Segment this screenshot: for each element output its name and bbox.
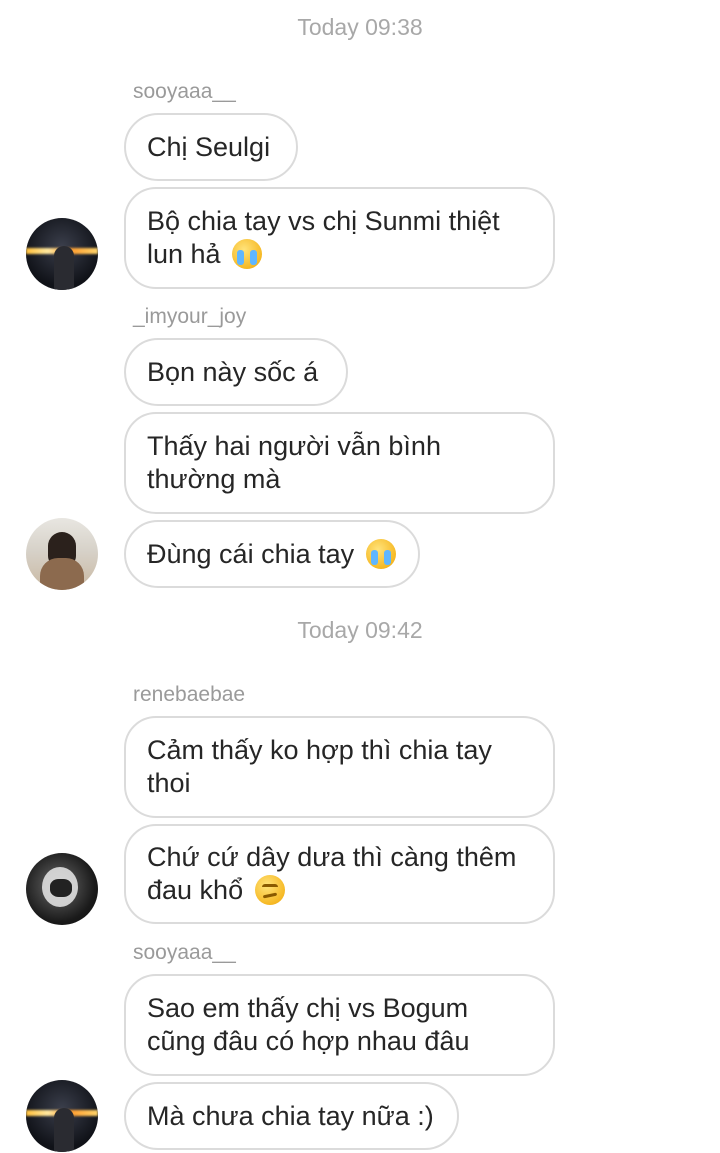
message-bubble[interactable]: Sao em thấy chị vs Bogum cũng đâu có hợp… <box>124 974 555 1076</box>
message-bubble[interactable]: Chứ cứ dây dưa thì càng thêm đau khổ <box>124 824 555 924</box>
message-bubble[interactable]: Chị Seulgi <box>124 113 298 181</box>
message-text-line2: thường mà <box>147 464 281 494</box>
sender-username[interactable]: renebaebae <box>133 683 245 707</box>
message-bubble[interactable]: Mà chưa chia tay nữa :) <box>124 1082 459 1150</box>
message-text-line2: đau khổ <box>147 875 244 905</box>
smirking-face-icon <box>254 875 285 905</box>
message-bubble[interactable]: Thấy hai người vẫn bình thường mà <box>124 412 555 514</box>
message-text-line2: thoi <box>147 768 191 798</box>
message-text: Thấy hai người vẫn bình <box>147 431 441 461</box>
message-bubble[interactable]: Đùng cái chia tay <box>124 520 420 588</box>
loudly-crying-face-icon <box>232 239 263 269</box>
message-text: Bộ chia tay vs chị Sunmi thiệt <box>147 206 500 236</box>
message-bubble[interactable]: Bọn này sốc á <box>124 338 348 406</box>
sender-username[interactable]: _imyour_joy <box>133 305 246 329</box>
message-bubble[interactable]: Bộ chia tay vs chị Sunmi thiệt lun hả <box>124 187 555 289</box>
timestamp: Today 09:42 <box>297 617 423 643</box>
message-text: Bọn này sốc á <box>147 356 319 387</box>
message-text: Chị Seulgi <box>147 131 271 162</box>
message-text: Cảm thấy ko hợp thì chia tay <box>147 735 492 765</box>
message-text: Đùng cái chia tay <box>147 538 355 569</box>
message-text-line2: cũng đâu có hợp nhau đâu <box>147 1026 470 1056</box>
message-text-line2: lun hả <box>147 239 221 269</box>
avatar-sooyaaa[interactable] <box>26 1080 98 1152</box>
message-text: Chứ cứ dây dưa thì càng thêm <box>147 842 517 872</box>
message-bubble[interactable]: Cảm thấy ko hợp thì chia tay thoi <box>124 716 555 818</box>
message-text: Mà chưa chia tay nữa :) <box>147 1100 434 1131</box>
loudly-crying-face-icon <box>365 538 396 569</box>
sender-username[interactable]: sooyaaa__ <box>133 941 236 965</box>
avatar-imyour-joy[interactable] <box>26 518 98 590</box>
timestamp: Today 09:38 <box>297 14 423 40</box>
avatar-sooyaaa[interactable] <box>26 218 98 290</box>
sender-username[interactable]: sooyaaa__ <box>133 80 236 104</box>
message-text: Sao em thấy chị vs Bogum <box>147 993 469 1023</box>
avatar-renebaebae[interactable] <box>26 853 98 925</box>
